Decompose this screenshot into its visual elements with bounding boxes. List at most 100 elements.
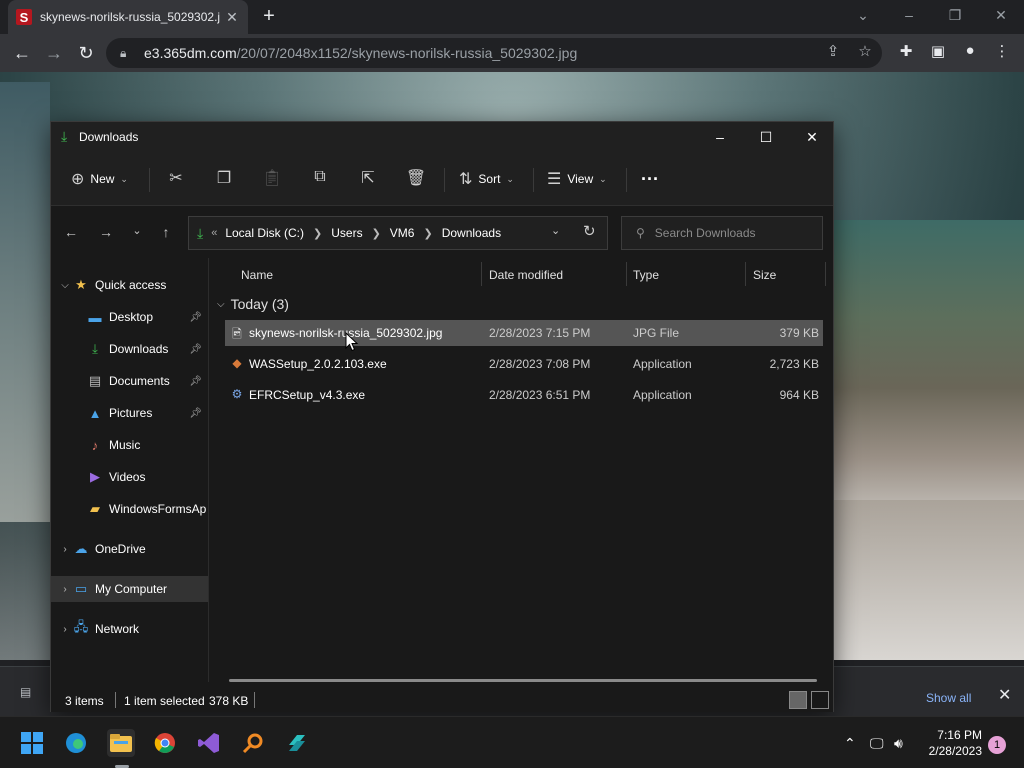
overflow-chevron-icon[interactable]: « xyxy=(211,227,217,239)
browser-toolbar: ← → ↻ 🔒︎ e3.365dm.com/20/07/2048x1152/sk… xyxy=(0,34,1024,72)
copy-icon[interactable]: ❐ xyxy=(212,168,236,190)
tiles-view-toggle[interactable] xyxy=(811,691,829,709)
chevron-right-icon[interactable]: › xyxy=(57,584,73,595)
up-arrow-icon[interactable]: ↑ xyxy=(156,224,176,242)
notification-badge[interactable]: 1 xyxy=(988,736,1006,754)
file-row[interactable]: ◆ WASSetup_2.0.2.103.exe 2/28/2023 7:08 … xyxy=(225,351,823,377)
address-dropdown-icon[interactable]: ⌄ xyxy=(551,224,560,237)
explorer-address-bar[interactable]: ⤓ « Local Disk (C:) ❯ Users ❯ VM6 ❯ Down… xyxy=(188,216,608,250)
chevron-right-icon[interactable]: ❯ xyxy=(313,227,322,240)
explorer-minimize-button[interactable]: – xyxy=(705,126,735,148)
teal-app-icon[interactable] xyxy=(283,729,311,757)
refresh-icon[interactable]: ↻ xyxy=(583,222,596,240)
tab-search-icon[interactable]: ⌄ xyxy=(848,4,878,26)
chevron-right-icon[interactable]: › xyxy=(57,544,73,555)
show-hidden-icons[interactable]: ⌃ xyxy=(844,735,856,752)
downloads-icon: ⤓ xyxy=(197,224,204,241)
column-date[interactable]: Date modified xyxy=(489,268,563,282)
back-arrow-icon[interactable]: ← xyxy=(61,224,81,242)
horizontal-scrollbar[interactable] xyxy=(229,679,817,682)
explorer-maximize-button[interactable]: ☐ xyxy=(751,126,781,148)
file-row[interactable]: ⚙ EFRCSetup_v4.3.exe 2/28/2023 6:51 PM A… xyxy=(225,382,823,408)
view-button[interactable]: ☰ View ⌄ xyxy=(547,168,607,190)
search-input[interactable]: ⚲ Search Downloads xyxy=(621,216,823,250)
clock[interactable]: 7:16 PM 2/28/2023 xyxy=(920,727,982,759)
cut-icon[interactable]: ✂ xyxy=(164,168,188,190)
address-row: ← → ⌄ ↑ ⤓ « Local Disk (C:) ❯ Users ❯ VM… xyxy=(51,206,833,258)
show-all-link[interactable]: Show all xyxy=(926,691,971,705)
side-panel-icon[interactable]: ▣ xyxy=(927,42,949,64)
desktop-icon: ▬ xyxy=(88,309,102,325)
column-size[interactable]: Size xyxy=(753,268,776,282)
chevron-right-icon[interactable]: ❯ xyxy=(372,227,381,240)
visual-studio-icon[interactable] xyxy=(195,729,223,757)
column-divider[interactable] xyxy=(626,262,627,286)
nav-desktop[interactable]: ▬ Desktop 📌︎ xyxy=(51,304,208,330)
breadcrumb-users[interactable]: Users xyxy=(331,226,362,240)
column-divider[interactable] xyxy=(745,262,746,286)
explorer-close-button[interactable]: ✕ xyxy=(797,126,827,148)
address-bar[interactable]: 🔒︎ e3.365dm.com/20/07/2048x1152/skynews-… xyxy=(106,38,882,68)
menu-kebab-icon[interactable]: ⋮ xyxy=(991,42,1013,64)
sort-button[interactable]: ⇅ Sort ⌄ xyxy=(459,168,514,190)
tab-close-icon[interactable]: ✕ xyxy=(224,9,240,26)
nav-pictures[interactable]: ▲ Pictures 📌︎ xyxy=(51,400,208,426)
nav-videos[interactable]: ▶ Videos xyxy=(51,464,208,490)
nav-windowsformsapp[interactable]: ▰ WindowsFormsAp xyxy=(51,496,208,522)
paste-icon[interactable]: 📋︎ xyxy=(260,168,284,190)
nav-onedrive[interactable]: › ☁ OneDrive xyxy=(51,536,208,562)
new-button[interactable]: ⊕ New ⌄ xyxy=(71,168,128,190)
shelf-close-icon[interactable]: ✕ xyxy=(998,685,1011,705)
close-window-button[interactable]: ✕ xyxy=(986,4,1016,26)
chrome-browser-icon[interactable] xyxy=(151,729,179,757)
column-name[interactable]: Name xyxy=(241,268,273,282)
profile-icon[interactable]: ● xyxy=(959,42,981,64)
start-button[interactable] xyxy=(18,729,46,757)
group-header-today[interactable]: ⌵ Today (3) xyxy=(217,296,289,312)
breadcrumb-local-disk[interactable]: Local Disk (C:) xyxy=(225,226,304,240)
forward-button[interactable]: → xyxy=(42,41,66,65)
file-row[interactable]: 🖻 skynews-norilsk-russia_5029302.jpg 2/2… xyxy=(225,320,823,346)
reload-button[interactable]: ↻ xyxy=(74,41,98,65)
url-path: /20/07/2048x1152/skynews-norilsk-russia_… xyxy=(236,45,578,61)
column-type[interactable]: Type xyxy=(633,268,659,282)
column-divider[interactable] xyxy=(825,262,826,286)
nav-downloads[interactable]: ⤓ Downloads 📌︎ xyxy=(51,336,208,362)
shelf-file-icon[interactable]: ▤ xyxy=(20,685,34,699)
breadcrumb-downloads[interactable]: Downloads xyxy=(442,226,501,240)
nav-network[interactable]: › 🖧︎ Network xyxy=(51,616,208,642)
share-icon[interactable]: ⇱ xyxy=(356,168,380,190)
new-tab-button[interactable]: + xyxy=(258,6,280,28)
document-icon: ▤ xyxy=(88,373,102,388)
back-button[interactable]: ← xyxy=(10,41,34,65)
photo-right-building xyxy=(834,220,1024,500)
delete-icon[interactable]: 🗑︎ xyxy=(404,168,428,190)
edge-browser-icon[interactable] xyxy=(62,729,90,757)
search-tool-icon[interactable] xyxy=(239,729,267,757)
breadcrumb-vm6[interactable]: VM6 xyxy=(390,226,415,240)
volume-icon[interactable]: 🔊︎ xyxy=(894,735,903,752)
share-icon[interactable]: ⇪ xyxy=(822,42,844,64)
recent-locations-icon[interactable]: ⌄ xyxy=(127,224,147,242)
file-explorer-taskbar-icon[interactable] xyxy=(107,729,135,757)
rename-icon[interactable]: ⧉ xyxy=(308,168,332,190)
nav-my-computer[interactable]: › ▭ My Computer xyxy=(51,576,208,602)
nav-music[interactable]: ♪ Music xyxy=(51,432,208,458)
chevron-right-icon[interactable]: › xyxy=(57,624,73,635)
more-options-button[interactable]: ··· xyxy=(641,168,659,190)
explorer-titlebar[interactable]: ⤓ Downloads – ☐ ✕ xyxy=(51,122,833,152)
file-name: WASSetup_2.0.2.103.exe xyxy=(249,357,387,371)
minimize-button[interactable]: – xyxy=(894,4,924,26)
column-divider[interactable] xyxy=(481,262,482,286)
details-view-toggle[interactable] xyxy=(789,691,807,709)
extensions-icon[interactable]: ✚ xyxy=(895,42,917,64)
chevron-down-icon[interactable]: ⌵ xyxy=(57,280,73,291)
bookmark-star-icon[interactable]: ☆ xyxy=(854,42,876,64)
restore-button[interactable]: ❐ xyxy=(940,4,970,26)
forward-arrow-icon[interactable]: → xyxy=(96,224,116,242)
network-tray-icon[interactable]: 🖵︎ xyxy=(870,735,884,752)
nav-quick-access[interactable]: ⌵ ★ Quick access xyxy=(51,272,208,298)
chevron-right-icon[interactable]: ❯ xyxy=(423,227,432,240)
browser-tab[interactable]: S skynews-norilsk-russia_5029302.j ✕ xyxy=(8,0,248,34)
nav-documents[interactable]: ▤ Documents 📌︎ xyxy=(51,368,208,394)
